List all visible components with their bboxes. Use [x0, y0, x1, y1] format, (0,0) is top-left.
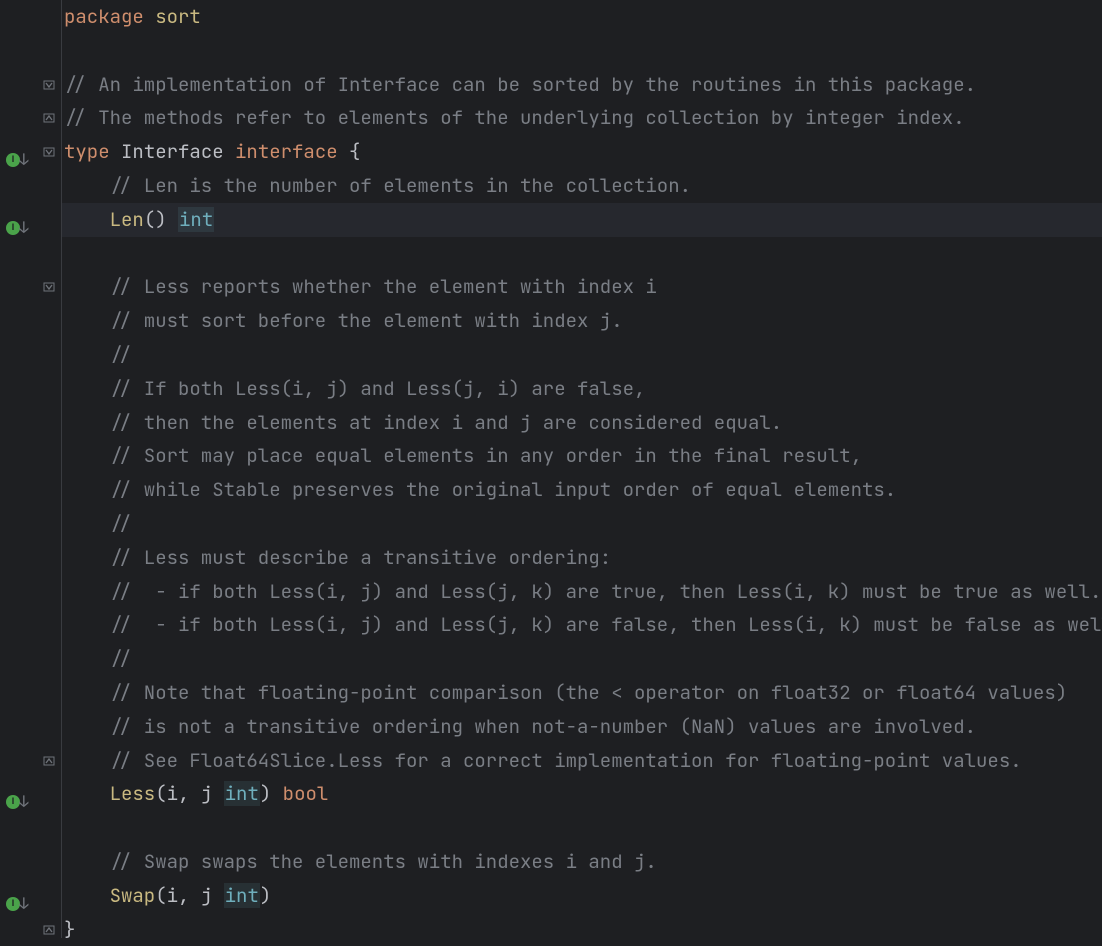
code-line[interactable]: // Note that floating-point comparison (…: [62, 676, 1102, 710]
implements-icon[interactable]: I↓: [6, 143, 29, 177]
token-cm: // Note that floating-point comparison (…: [110, 680, 1068, 705]
code-line[interactable]: // Less must describe a transitive order…: [62, 541, 1102, 575]
token-param: i: [167, 883, 178, 908]
fold-start-icon[interactable]: [40, 143, 58, 161]
token-typ: int: [224, 883, 260, 908]
token-kw: package: [64, 4, 144, 29]
code-line[interactable]: //: [62, 507, 1102, 541]
implements-icon[interactable]: I↓: [6, 887, 29, 921]
token-typ: int: [178, 207, 214, 232]
fold-end-icon[interactable]: [40, 921, 58, 939]
code-line[interactable]: // - if both Less(i, j) and Less(j, k) a…: [62, 575, 1102, 609]
arrow-down-icon: ↓: [19, 887, 29, 921]
implements-icon[interactable]: I↓: [6, 785, 29, 819]
token-cm: // must sort before the element with ind…: [110, 308, 623, 333]
code-line[interactable]: // The methods refer to elements of the …: [62, 101, 1102, 135]
code-line[interactable]: // then the elements at index i and j ar…: [62, 406, 1102, 440]
token-cm: // Less reports whether the element with…: [110, 274, 657, 299]
token-pn: (: [155, 781, 166, 806]
token-kw: type: [64, 139, 110, 164]
code-line[interactable]: // - if both Less(i, j) and Less(j, k) a…: [62, 608, 1102, 642]
arrow-down-icon: ↓: [19, 211, 29, 245]
implements-badge: I: [6, 153, 20, 167]
token-typename: Interface: [121, 139, 224, 164]
token-cm: // Sort may place equal elements in any …: [110, 443, 862, 468]
token-pn: (): [144, 207, 167, 232]
token-cm: // Less must describe a transitive order…: [110, 545, 612, 570]
fold-end-icon[interactable]: [40, 752, 58, 770]
code-line[interactable]: // If both Less(i, j) and Less(j, i) are…: [62, 372, 1102, 406]
token-cm: // - if both Less(i, j) and Less(j, k) a…: [110, 579, 1102, 604]
token-cm: // while Stable preserves the original i…: [110, 477, 897, 502]
implements-badge: I: [6, 221, 20, 235]
token-param: i: [167, 781, 178, 806]
code-line[interactable]: // while Stable preserves the original i…: [62, 473, 1102, 507]
implements-badge: I: [6, 795, 20, 809]
code-line[interactable]: Less(i, j int) bool: [62, 777, 1102, 811]
code-line[interactable]: type Interface interface {: [62, 135, 1102, 169]
token-cm: // See Float64Slice.Less for a correct i…: [110, 748, 1022, 773]
token-cm: // is not a transitive ordering when not…: [110, 714, 976, 739]
code-line[interactable]: // See Float64Slice.Less for a correct i…: [62, 744, 1102, 778]
arrow-down-icon: ↓: [19, 785, 29, 819]
code-line[interactable]: Swap(i, j int): [62, 879, 1102, 913]
token-pn: (: [155, 883, 166, 908]
token-fn: Less: [110, 781, 156, 806]
arrow-down-icon: ↓: [19, 143, 29, 177]
implements-badge: I: [6, 897, 20, 911]
fold-start-icon[interactable]: [40, 278, 58, 296]
code-line[interactable]: [62, 34, 1102, 68]
code-editor[interactable]: package sort // An implementation of Inte…: [62, 0, 1102, 946]
token-cm: // An implementation of Interface can be…: [64, 72, 976, 97]
implements-icon[interactable]: I↓: [6, 211, 29, 245]
token-iface: interface: [235, 139, 338, 164]
code-line[interactable]: // Less reports whether the element with…: [62, 270, 1102, 304]
token-pkg: sort: [155, 4, 201, 29]
token-cm: //: [110, 511, 133, 536]
code-line[interactable]: // An implementation of Interface can be…: [62, 68, 1102, 102]
code-line[interactable]: Len() int: [62, 203, 1102, 237]
token-pn: ,: [178, 883, 201, 908]
fold-start-icon[interactable]: [40, 76, 58, 94]
token-fn: Len: [110, 207, 144, 232]
code-line[interactable]: // Sort may place equal elements in any …: [62, 439, 1102, 473]
code-line[interactable]: // is not a transitive ordering when not…: [62, 710, 1102, 744]
code-line[interactable]: //: [62, 642, 1102, 676]
token-cm: // Len is the number of elements in the …: [110, 173, 691, 198]
token-cm: //: [110, 646, 133, 671]
token-cm: // - if both Less(i, j) and Less(j, k) a…: [110, 612, 1102, 637]
code-line[interactable]: // must sort before the element with ind…: [62, 304, 1102, 338]
token-cm: // Swap swaps the elements with indexes …: [110, 849, 657, 874]
token-pn: ,: [178, 781, 201, 806]
code-line[interactable]: // Swap swaps the elements with indexes …: [62, 845, 1102, 879]
code-line[interactable]: // Len is the number of elements in the …: [62, 169, 1102, 203]
token-cm: // then the elements at index i and j ar…: [110, 410, 783, 435]
token-pn: ): [260, 781, 271, 806]
token-cm: //: [110, 342, 133, 367]
token-cm: // If both Less(i, j) and Less(j, i) are…: [110, 376, 646, 401]
code-line[interactable]: [62, 811, 1102, 845]
token-typ2: bool: [283, 781, 329, 806]
code-line[interactable]: [62, 237, 1102, 271]
gutter: I↓I↓I↓I↓: [0, 0, 62, 938]
token-brace: {: [349, 139, 360, 164]
token-fn: Swap: [110, 883, 156, 908]
token-param: j: [201, 781, 212, 806]
token-pn: ): [260, 883, 271, 908]
token-param: j: [201, 883, 212, 908]
token-typ: int: [224, 781, 260, 806]
fold-end-icon[interactable]: [40, 109, 58, 127]
code-line[interactable]: }: [62, 913, 1102, 946]
token-cm: // The methods refer to elements of the …: [64, 105, 965, 130]
code-line[interactable]: //: [62, 338, 1102, 372]
code-line[interactable]: package sort: [62, 0, 1102, 34]
